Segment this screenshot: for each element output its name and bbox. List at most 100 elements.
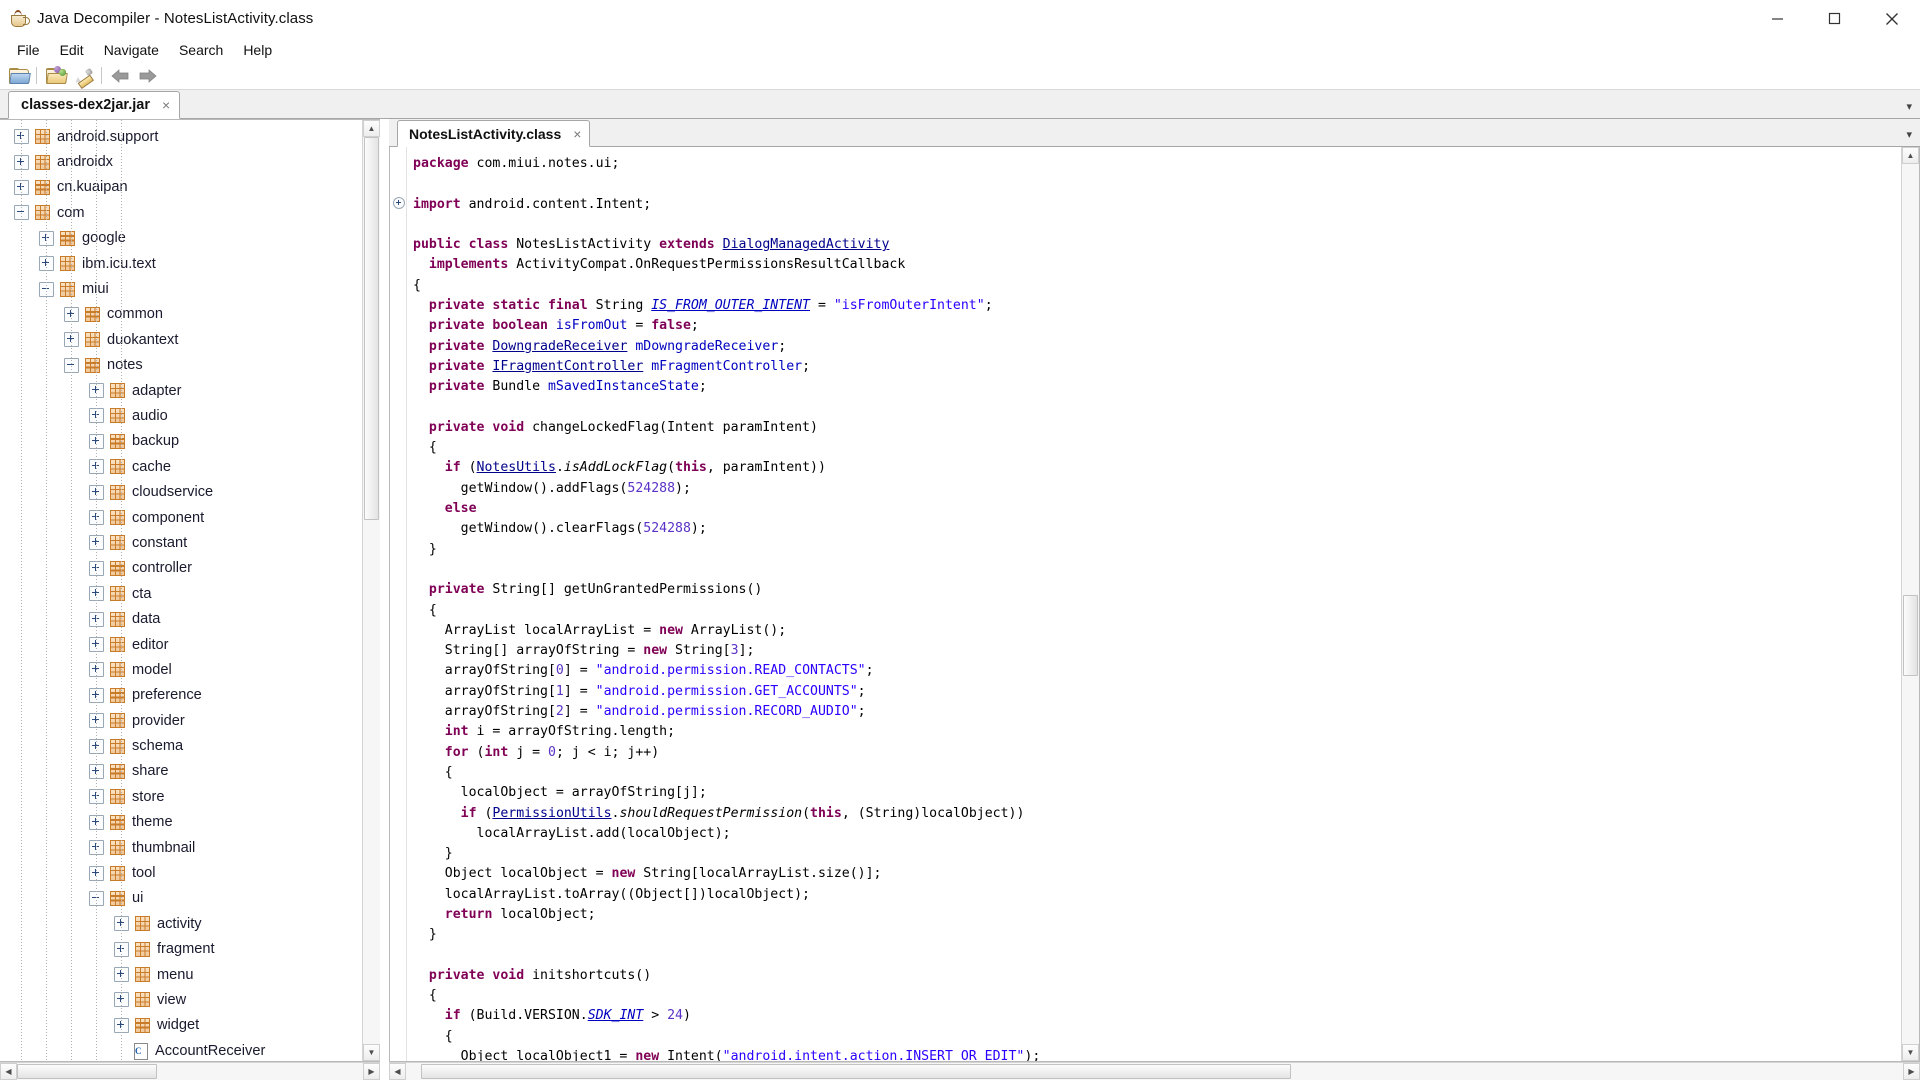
code-vscroll-thumb[interactable] bbox=[1903, 595, 1918, 677]
code-scroll-left-button[interactable]: ◀ bbox=[389, 1063, 406, 1080]
tree-node-ibm-icu-text[interactable]: ibm.icu.text bbox=[0, 251, 362, 276]
code-line: arrayOfString[1] = "android.permission.G… bbox=[413, 682, 1901, 702]
package-icon bbox=[110, 560, 125, 576]
package-icon bbox=[110, 433, 125, 449]
tree-node-audio[interactable]: audio bbox=[0, 403, 362, 428]
open-type-icon[interactable] bbox=[41, 64, 69, 88]
source-code-view[interactable]: package com.miui.notes.ui; import androi… bbox=[407, 147, 1901, 1061]
tree-node-notes[interactable]: notes bbox=[0, 353, 362, 378]
tree-node-preference[interactable]: preference bbox=[0, 683, 362, 708]
tree-node-cloudservice[interactable]: cloudservice bbox=[0, 479, 362, 504]
tree-scroll-left-button[interactable]: ◀ bbox=[0, 1063, 17, 1080]
code-tabstrip-chevron-down-icon[interactable]: ▾ bbox=[1906, 128, 1912, 141]
code-scroll-down-button[interactable]: ▼ bbox=[1902, 1044, 1919, 1061]
code-token: ; j < i; j++) bbox=[555, 744, 660, 760]
code-token: isFromOut bbox=[555, 318, 628, 334]
code-token: private bbox=[413, 338, 493, 354]
tree-hscroll-track[interactable] bbox=[17, 1063, 363, 1080]
package-icon bbox=[35, 129, 50, 145]
tree-node-backup[interactable]: backup bbox=[0, 429, 362, 454]
tree-node-ui[interactable]: ui bbox=[0, 886, 362, 911]
tree-horizontal-scrollbar[interactable]: ◀ ▶ bbox=[0, 1062, 380, 1080]
code-horizontal-scrollbar[interactable]: ◀ ▶ bbox=[389, 1062, 1920, 1080]
tree-node-fragment[interactable]: fragment bbox=[0, 937, 362, 962]
tree-node-view[interactable]: view bbox=[0, 987, 362, 1012]
package-icon bbox=[110, 535, 125, 551]
tree-node-cta[interactable]: cta bbox=[0, 581, 362, 606]
menu-help[interactable]: Help bbox=[233, 40, 282, 60]
code-tab-close-icon[interactable]: × bbox=[573, 127, 581, 141]
code-vertical-scrollbar[interactable]: ▲ ▼ bbox=[1901, 147, 1919, 1061]
tree-node-com[interactable]: com bbox=[0, 200, 362, 225]
code-token: "isFromOuterIntent" bbox=[833, 298, 985, 314]
tree-node-editor[interactable]: editor bbox=[0, 632, 362, 657]
forward-arrow-icon[interactable] bbox=[134, 64, 162, 88]
code-hscroll-thumb[interactable] bbox=[420, 1064, 1292, 1079]
close-button[interactable] bbox=[1863, 0, 1920, 37]
tree-node-label: activity bbox=[157, 915, 202, 932]
code-line: private void initshortcuts() bbox=[413, 966, 1901, 986]
code-token: implements bbox=[413, 257, 517, 273]
tree-scroll-down-button[interactable]: ▼ bbox=[363, 1044, 380, 1061]
menu-edit[interactable]: Edit bbox=[50, 40, 94, 60]
tree-node-activity[interactable]: activity bbox=[0, 911, 362, 936]
tree-node-android-support[interactable]: android.support bbox=[0, 124, 362, 149]
open-file-icon[interactable] bbox=[4, 64, 32, 88]
menu-search[interactable]: Search bbox=[169, 40, 233, 60]
tree-node-cache[interactable]: cache bbox=[0, 454, 362, 479]
code-token: IS_FROM_OUTER_INTENT bbox=[651, 298, 810, 314]
code-vscroll-track[interactable] bbox=[1902, 164, 1919, 1044]
back-arrow-icon[interactable] bbox=[106, 64, 134, 88]
panel-splitter[interactable] bbox=[380, 119, 389, 1080]
search-pencil-icon[interactable] bbox=[69, 64, 97, 89]
tree-hscroll-thumb[interactable] bbox=[17, 1064, 158, 1079]
code-tab[interactable]: NotesListActivity.class × bbox=[397, 120, 591, 147]
menu-navigate[interactable]: Navigate bbox=[94, 40, 169, 60]
tree-node-controller[interactable]: controller bbox=[0, 556, 362, 581]
fold-expand-icon[interactable] bbox=[393, 197, 405, 209]
tree-node-model[interactable]: model bbox=[0, 657, 362, 682]
tree-node-theme[interactable]: theme bbox=[0, 810, 362, 835]
jar-tabstrip-chevron-down-icon[interactable]: ▾ bbox=[1906, 100, 1912, 113]
tree-node-androidx[interactable]: androidx bbox=[0, 149, 362, 174]
tree-vscroll-track[interactable] bbox=[363, 137, 380, 1044]
jar-tab-close-icon[interactable]: × bbox=[162, 98, 170, 112]
tree-node-schema[interactable]: schema bbox=[0, 733, 362, 758]
code-hscroll-track[interactable] bbox=[406, 1063, 1903, 1080]
tree-node-miui[interactable]: miui bbox=[0, 276, 362, 301]
minimize-button[interactable] bbox=[1749, 0, 1806, 37]
tree-node-cn-kuaipan[interactable]: cn.kuaipan bbox=[0, 175, 362, 200]
tree-node-data[interactable]: data bbox=[0, 606, 362, 631]
tree-node-thumbnail[interactable]: thumbnail bbox=[0, 835, 362, 860]
code-scroll-right-button[interactable]: ▶ bbox=[1903, 1063, 1920, 1080]
menu-file[interactable]: File bbox=[7, 40, 50, 60]
tree-node-common[interactable]: common bbox=[0, 302, 362, 327]
code-line: getWindow().addFlags(524288); bbox=[413, 479, 1901, 499]
tree-node-widget[interactable]: widget bbox=[0, 1013, 362, 1038]
tree-node-duokantext[interactable]: duokantext bbox=[0, 327, 362, 352]
tree-node-accountreceiver[interactable]: C AccountReceiver bbox=[0, 1038, 362, 1061]
jar-tab[interactable]: classes-dex2jar.jar × bbox=[8, 91, 181, 119]
tree-node-tool[interactable]: tool bbox=[0, 860, 362, 885]
code-token: return bbox=[444, 906, 493, 922]
tree-node-component[interactable]: component bbox=[0, 505, 362, 530]
package-tree[interactable]: android.support androidx cn.kuaipan com goog… bbox=[0, 120, 362, 1061]
tree-node-store[interactable]: store bbox=[0, 784, 362, 809]
tree-node-menu[interactable]: menu bbox=[0, 962, 362, 987]
code-scroll-up-button[interactable]: ▲ bbox=[1902, 147, 1919, 164]
tree-node-constant[interactable]: constant bbox=[0, 530, 362, 555]
tree-vscroll-thumb[interactable] bbox=[364, 137, 379, 520]
tree-node-share[interactable]: share bbox=[0, 759, 362, 784]
code-token: PermissionUtils bbox=[492, 805, 612, 821]
tree-node-provider[interactable]: provider bbox=[0, 708, 362, 733]
tree-scroll-up-button[interactable]: ▲ bbox=[363, 120, 380, 137]
tree-node-adapter[interactable]: adapter bbox=[0, 378, 362, 403]
tree-vertical-scrollbar[interactable]: ▲ ▼ bbox=[362, 120, 380, 1061]
code-line: private static final String IS_FROM_OUTE… bbox=[413, 296, 1901, 316]
maximize-button[interactable] bbox=[1806, 0, 1863, 37]
fold-gutter[interactable] bbox=[390, 147, 407, 1061]
tree-node-google[interactable]: google bbox=[0, 226, 362, 251]
tree-scroll-right-button[interactable]: ▶ bbox=[363, 1063, 380, 1080]
